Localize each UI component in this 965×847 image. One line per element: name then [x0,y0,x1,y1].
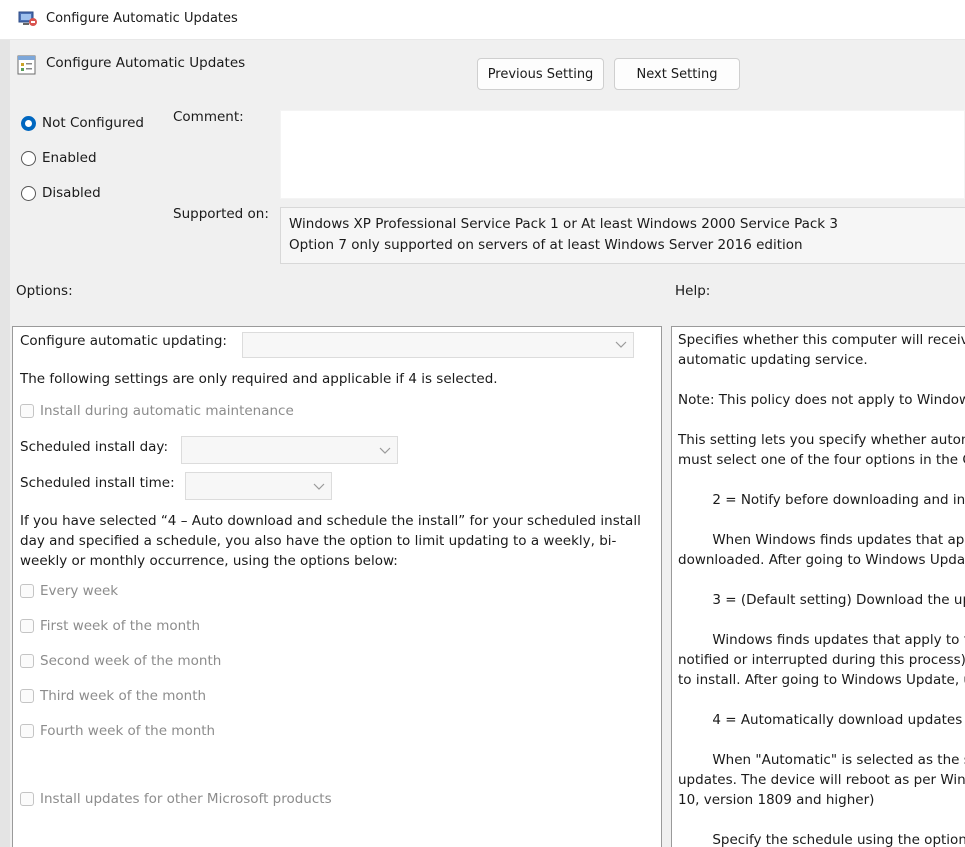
help-text-line: Note: This policy does not apply to Wind… [678,392,965,408]
left-edge-strip [0,40,10,847]
checkbox-label: Every week [40,583,119,599]
checkbox-label: Install during automatic maintenance [40,403,294,419]
help-section-label: Help: [675,283,711,299]
install-day-row: Scheduled install day: [20,439,168,455]
every-week-checkbox[interactable]: Every week [20,583,118,599]
first-week-checkbox[interactable]: First week of the month [20,618,200,634]
chevron-down-icon [313,483,325,490]
help-text-line: 10, version 1809 and higher) [678,792,875,808]
radio-label: Not Configured [42,115,144,131]
second-week-checkbox[interactable]: Second week of the month [20,653,221,669]
help-text-line: 3 = (Default setting) Download the upda [678,592,965,608]
schedule-paragraph: If you have selected “4 – Auto download … [20,513,641,569]
options-section-label: Options: [16,283,73,299]
comment-input[interactable] [280,110,965,199]
checkbox-label: Second week of the month [40,653,222,669]
checkbox-label: Fourth week of the month [40,723,216,739]
configure-updating-dropdown[interactable] [242,332,634,358]
install-time-dropdown[interactable] [185,472,332,500]
setting-name: Configure Automatic Updates [46,55,246,71]
checkbox-label: First week of the month [40,618,201,634]
setting-icon [17,54,37,76]
next-setting-button[interactable]: Next Setting [614,58,740,90]
third-week-checkbox[interactable]: Third week of the month [20,688,206,704]
options-pane: Configure automatic updating: The follow… [12,326,662,847]
comment-label: Comment: [173,109,244,125]
help-text-line: 4 = Automatically download updates an [678,712,965,728]
help-text-line: Specify the schedule using the options i [678,832,965,847]
window-title: Configure Automatic Updates [46,11,238,26]
install-day-label: Scheduled install day: [20,439,168,455]
help-text-line: 2 = Notify before downloading and inst [678,492,965,508]
install-time-row: Scheduled install time: [20,475,175,491]
install-maintenance-checkbox[interactable]: Install during automatic maintenance [20,403,294,419]
checkbox-box [20,792,34,806]
radio-selected-indicator [21,115,36,131]
checkbox-label: Install updates for other Microsoft prod… [40,791,332,807]
help-text-line: Specifies whether this computer will rec… [678,332,965,348]
other-products-checkbox[interactable]: Install updates for other Microsoft prod… [20,791,332,807]
help-text-line: to install. After going to Windows Updat… [678,672,965,688]
help-text-line: updates. The device will reboot as per W… [678,772,965,788]
fourth-week-checkbox[interactable]: Fourth week of the month [20,723,215,739]
policy-window-icon [18,10,38,28]
help-text-line: Windows finds updates that apply to th [678,632,965,648]
help-text-line: must select one of the four options in t… [678,452,965,468]
install-time-label: Scheduled install time: [20,475,175,491]
chevron-down-icon [379,447,391,454]
checkbox-box [20,724,34,738]
supported-line-2: Option 7 only supported on servers of at… [289,237,803,253]
requirement-note: The following settings are only required… [20,371,498,387]
previous-setting-button[interactable]: Previous Setting [477,58,604,90]
supported-on-box: Windows XP Professional Service Pack 1 o… [280,207,965,264]
checkbox-label: Third week of the month [40,688,207,704]
radio-label: Disabled [42,185,101,201]
radio-label: Enabled [42,150,97,166]
radio-disabled[interactable]: Disabled [21,185,101,201]
configure-updating-label: Configure automatic updating: [20,333,227,349]
radio-enabled[interactable]: Enabled [21,150,97,166]
help-text-line: notified or interrupted during this proc… [678,652,965,668]
checkbox-box [20,404,34,418]
configure-updating-row: Configure automatic updating: [20,333,227,349]
help-text-line: When "Automatic" is selected as the sche [678,752,965,768]
checkbox-box [20,689,34,703]
help-text-line: automatic updating service. [678,352,868,368]
radio-indicator [21,150,36,166]
help-text-line: This setting lets you specify whether au… [678,432,965,448]
help-text-line: When Windows finds updates that appl [678,532,965,548]
checkbox-box [20,654,34,668]
help-pane: Specifies whether this computer will rec… [671,326,965,847]
checkbox-box [20,619,34,633]
install-day-dropdown[interactable] [181,436,398,464]
radio-indicator [21,185,36,201]
supported-line-1: Windows XP Professional Service Pack 1 o… [289,216,839,232]
help-text-line: downloaded. After going to Windows Updat [678,552,965,568]
chevron-down-icon [615,341,627,348]
supported-on-label: Supported on: [173,206,269,222]
checkbox-box [20,584,34,598]
radio-not-configured[interactable]: Not Configured [21,115,144,131]
